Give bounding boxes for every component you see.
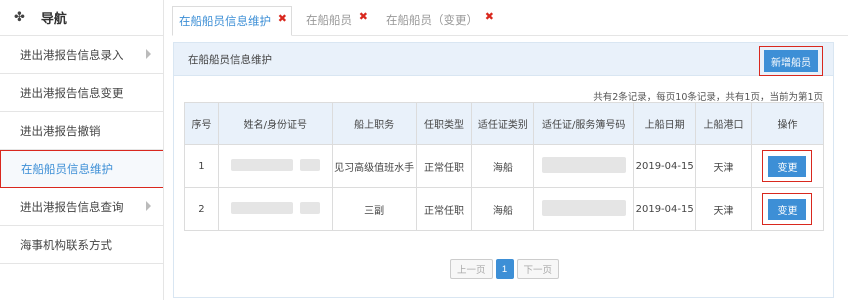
panel-header: 在船船员信息维护 新增船员 bbox=[174, 43, 833, 76]
sidebar-item-entry[interactable]: 进出港报告信息录入 bbox=[0, 36, 163, 74]
cell-type: 正常任职 bbox=[415, 187, 473, 231]
sidebar-header: ✤ 导航 bbox=[0, 0, 163, 36]
change-button[interactable]: 变更 bbox=[768, 156, 807, 177]
redacted-cert-no bbox=[541, 156, 626, 173]
cell-date: 2019-04-15 bbox=[633, 187, 697, 231]
cell-type: 正常任职 bbox=[415, 144, 473, 188]
tab-crew-change[interactable]: 在船船员（变更） ✖ bbox=[380, 5, 498, 35]
crew-table: 序号 姓名/身份证号 船上职务 任职类型 适任证类别 适任证/服务簿号码 上船日… bbox=[184, 102, 825, 231]
prev-page-button[interactable]: 上一页 bbox=[450, 259, 493, 279]
sidebar-item-label: 进出港报告撤销 bbox=[20, 123, 101, 138]
cell-date: 2019-04-15 bbox=[633, 144, 697, 188]
add-crew-button[interactable]: 新增船员 bbox=[764, 50, 818, 72]
sidebar-item-label: 进出港报告信息录入 bbox=[20, 47, 124, 62]
table-header-row: 序号 姓名/身份证号 船上职务 任职类型 适任证类别 适任证/服务簿号码 上船日… bbox=[184, 102, 825, 145]
sidebar-item-crew-maintenance[interactable]: 在船船员信息维护 bbox=[0, 150, 163, 188]
cell-cert-no bbox=[533, 187, 635, 231]
close-icon[interactable]: ✖ bbox=[485, 10, 494, 23]
sidebar-item-label: 进出港报告信息查询 bbox=[20, 199, 124, 214]
sidebar-item-label: 进出港报告信息变更 bbox=[20, 85, 124, 100]
crew-panel: 在船船员信息维护 新增船员 共有2条记录，每页10条记录，共有1页，当前为第1页… bbox=[173, 42, 834, 298]
table-row: 2 三副 正常任职 海船 2019-04-15 天津 变更 bbox=[184, 187, 825, 231]
cell-position: 见习高级值班水手 bbox=[331, 144, 417, 188]
page-1-button[interactable]: 1 bbox=[495, 259, 514, 279]
edit-button-highlight: 变更 bbox=[762, 150, 813, 182]
chevron-right-icon bbox=[146, 49, 151, 59]
cell-index: 2 bbox=[184, 187, 219, 231]
col-cert: 适任证类别 bbox=[471, 102, 535, 145]
cell-position: 三副 bbox=[331, 187, 417, 231]
close-icon[interactable]: ✖ bbox=[278, 12, 287, 25]
tab-crew-maintenance[interactable]: 在船船员信息维护 ✖ bbox=[172, 6, 292, 36]
home-icon: ✤ bbox=[14, 10, 25, 25]
cell-index: 1 bbox=[184, 144, 219, 188]
tab-label: 在船船员信息维护 bbox=[179, 14, 271, 28]
sidebar: ✤ 导航 进出港报告信息录入 进出港报告信息变更 进出港报告撤销 在船船员信息维… bbox=[0, 0, 164, 300]
cell-name bbox=[217, 144, 333, 188]
table-row: 1 见习高级值班水手 正常任职 海船 2019-04-15 天津 变更 bbox=[184, 144, 825, 188]
tab-label: 在船船员（变更） bbox=[386, 13, 478, 27]
sidebar-item-query[interactable]: 进出港报告信息查询 bbox=[0, 188, 163, 226]
cell-cert: 海船 bbox=[471, 187, 535, 231]
col-index: 序号 bbox=[184, 102, 219, 145]
col-date: 上船日期 bbox=[633, 102, 697, 145]
sidebar-item-change[interactable]: 进出港报告信息变更 bbox=[0, 74, 163, 112]
sidebar-item-contacts[interactable]: 海事机构联系方式 bbox=[0, 226, 163, 264]
edit-button-highlight: 变更 bbox=[762, 193, 813, 225]
sidebar-item-label: 在船船员信息维护 bbox=[21, 162, 113, 176]
cell-cert-no bbox=[533, 144, 635, 188]
tab-label: 在船船员 bbox=[306, 13, 352, 27]
redacted-id bbox=[299, 158, 320, 171]
pagination: 上一页 1 下一页 bbox=[450, 259, 562, 279]
cell-action: 变更 bbox=[750, 144, 825, 188]
col-type: 任职类型 bbox=[415, 102, 473, 145]
cell-cert: 海船 bbox=[471, 144, 535, 188]
cell-port: 天津 bbox=[695, 144, 752, 188]
close-icon[interactable]: ✖ bbox=[359, 10, 368, 23]
record-summary: 共有2条记录，每页10条记录，共有1页，当前为第1页 bbox=[593, 92, 823, 103]
col-port: 上船港口 bbox=[695, 102, 752, 145]
cell-name bbox=[217, 187, 333, 231]
sidebar-title: 导航 bbox=[40, 12, 67, 27]
chevron-right-icon bbox=[146, 201, 151, 211]
col-position: 船上职务 bbox=[331, 102, 417, 145]
col-cert-no: 适任证/服务簿号码 bbox=[533, 102, 635, 145]
add-button-highlight: 新增船员 bbox=[759, 46, 823, 76]
cell-action: 变更 bbox=[750, 187, 825, 231]
next-page-button[interactable]: 下一页 bbox=[516, 259, 560, 279]
redacted-cert-no bbox=[541, 199, 626, 216]
col-action: 操作 bbox=[750, 102, 825, 145]
change-button[interactable]: 变更 bbox=[768, 199, 807, 220]
tab-bar: 在船船员信息维护 ✖ 在船船员 ✖ 在船船员（变更） ✖ bbox=[172, 0, 848, 36]
sidebar-item-revoke[interactable]: 进出港报告撤销 bbox=[0, 112, 163, 150]
sidebar-item-label: 海事机构联系方式 bbox=[20, 237, 112, 252]
cell-port: 天津 bbox=[695, 187, 752, 231]
redacted-name bbox=[230, 201, 293, 214]
panel-title: 在船船员信息维护 bbox=[188, 53, 272, 66]
col-name: 姓名/身份证号 bbox=[217, 102, 333, 145]
tab-crew[interactable]: 在船船员 ✖ bbox=[300, 5, 372, 35]
redacted-name bbox=[230, 158, 293, 171]
redacted-id bbox=[299, 201, 320, 214]
